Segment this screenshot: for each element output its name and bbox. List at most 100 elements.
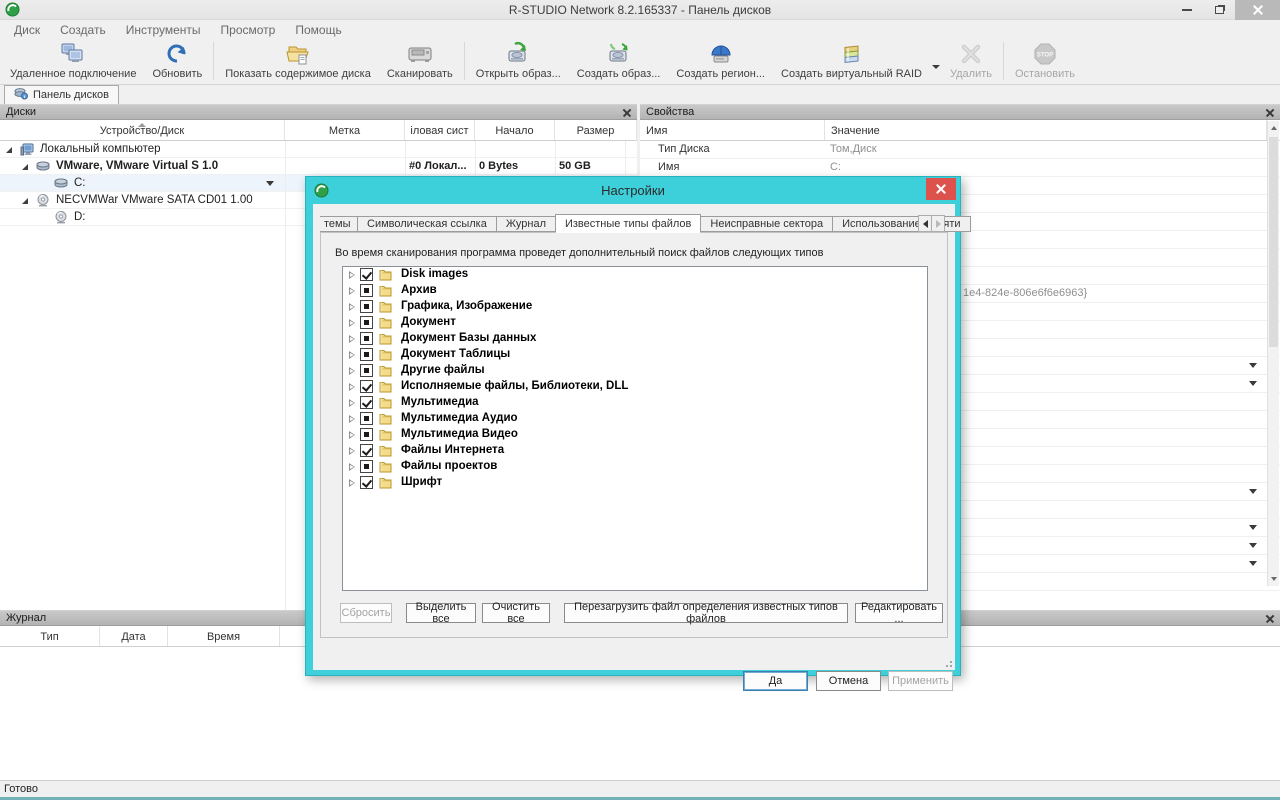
expander-icon[interactable] [349,479,355,487]
toolbar-button[interactable]: Создать образ... [569,39,669,84]
checkbox[interactable] [360,268,373,281]
combo-dropdown-icon[interactable] [1249,363,1257,368]
menu-item-0[interactable]: Диск [4,23,50,37]
dialog-tab-5[interactable]: Использование памяти [832,216,970,232]
dialog-tab-4[interactable]: Неисправные сектора [700,216,833,232]
expander-icon[interactable] [22,164,28,170]
expander-icon[interactable] [349,415,355,423]
close-icon[interactable] [622,108,632,118]
checkbox[interactable] [360,380,373,393]
restore-button[interactable] [1203,0,1235,20]
dialog-close-button[interactable] [926,178,956,200]
file-type-row[interactable]: Файлы проектов [343,459,927,475]
disks-column-header[interactable]: Устройство/ДискМеткаіловая систНачалоРаз… [0,120,637,141]
expander-icon[interactable] [349,303,355,311]
checkbox[interactable] [360,412,373,425]
footer-button-0[interactable]: Да [743,671,808,691]
file-type-row[interactable]: Disk images [343,267,927,283]
dialog-tab-3[interactable]: Известные типы файлов [555,214,701,233]
expander-icon[interactable] [349,335,355,343]
expander-icon[interactable] [349,367,355,375]
combo-dropdown-icon[interactable] [1249,525,1257,530]
file-type-row[interactable]: Другие файлы [343,363,927,379]
file-type-row[interactable]: Графика, Изображение [343,299,927,315]
combo-dropdown-icon[interactable] [266,181,274,186]
menu-item-1[interactable]: Создать [50,23,116,37]
expander-icon[interactable] [349,271,355,279]
log-column-1[interactable]: Дата [100,626,168,646]
properties-column-header[interactable]: ИмяЗначение [640,120,1280,141]
combo-dropdown-icon[interactable] [1249,543,1257,548]
action-button-1[interactable]: Выделить все [406,603,476,623]
minimize-button[interactable] [1171,0,1203,20]
disk-tree-row[interactable]: Локальный компьютер [0,141,637,158]
scrollbar-thumb[interactable] [1269,137,1278,347]
scroll-up-icon[interactable] [1271,126,1277,130]
toolbar-button[interactable]: Создать регион... [668,39,773,84]
file-type-row[interactable]: Документ [343,315,927,331]
checkbox[interactable] [360,476,373,489]
checkbox[interactable] [360,332,373,345]
dialog-tab-1[interactable]: Символическая ссылка [357,216,497,232]
expander-icon[interactable] [6,147,12,153]
expander-icon[interactable] [22,198,28,204]
checkbox[interactable] [360,284,373,297]
disk-tree-row[interactable]: VMware, VMware Virtual S 1.0 #0 Локал...… [0,158,637,175]
resize-grip-icon[interactable] [945,660,953,668]
toolbar-button[interactable]: Сканировать [379,39,461,84]
expander-icon[interactable] [349,399,355,407]
file-type-row[interactable]: Мультимедиа [343,395,927,411]
dropdown-caret-icon[interactable] [932,65,940,69]
checkbox[interactable] [360,348,373,361]
checkbox[interactable] [360,364,373,377]
properties-column-0[interactable]: Имя [640,120,825,140]
property-row[interactable]: Имя C: [640,159,1280,177]
tab-disk-panel[interactable]: i Панель дисков [4,85,119,104]
expander-icon[interactable] [349,351,355,359]
disks-column-3[interactable]: Начало [475,120,555,140]
tab-scroll-right-icon[interactable] [931,215,945,232]
disks-column-2[interactable]: іловая сист [405,120,475,140]
properties-scrollbar[interactable] [1267,121,1279,586]
file-type-row[interactable]: Исполняемые файлы, Библиотеки, DLL [343,379,927,395]
expander-icon[interactable] [349,447,355,455]
toolbar-button[interactable]: Обновить [144,39,210,84]
expander-icon[interactable] [349,287,355,295]
scroll-down-icon[interactable] [1271,577,1277,581]
menu-item-2[interactable]: Инструменты [116,23,211,37]
expander-icon[interactable] [349,431,355,439]
action-button-4[interactable]: Редактировать ... [855,603,943,623]
combo-dropdown-icon[interactable] [1249,381,1257,386]
tab-scroll-left-icon[interactable] [918,215,932,232]
expander-icon[interactable] [349,319,355,327]
close-icon[interactable] [1265,108,1275,118]
expander-icon[interactable] [349,463,355,471]
toolbar-button[interactable]: Удаленное подключение [2,39,144,84]
dialog-tab-2[interactable]: Журнал [496,216,556,232]
disks-column-4[interactable]: Размер [555,120,637,140]
action-button-0[interactable]: Сбросить [340,603,392,623]
toolbar-button[interactable]: STOP Остановить [1007,39,1083,84]
checkbox[interactable] [360,428,373,441]
log-column-0[interactable]: Тип [0,626,100,646]
toolbar-button[interactable]: Показать содержимое диска [217,39,379,84]
file-type-row[interactable]: Мультимедиа Видео [343,427,927,443]
log-column-2[interactable]: Время [168,626,280,646]
toolbar-button[interactable]: Удалить [942,39,1000,84]
footer-button-1[interactable]: Отмена [816,671,881,691]
menu-item-3[interactable]: Просмотр [211,23,286,37]
menu-item-4[interactable]: Помощь [285,23,351,37]
close-button[interactable] [1235,0,1280,20]
disks-column-1[interactable]: Метка [285,120,405,140]
combo-dropdown-icon[interactable] [1249,561,1257,566]
action-button-3[interactable]: Перезагрузить файл определения известных… [564,603,848,623]
file-type-row[interactable]: Мультимедиа Аудио [343,411,927,427]
file-type-row[interactable]: Архив [343,283,927,299]
checkbox[interactable] [360,460,373,473]
close-icon[interactable] [1265,614,1275,624]
action-button-2[interactable]: Очистить все [482,603,550,623]
file-type-row[interactable]: Файлы Интернета [343,443,927,459]
toolbar-button[interactable]: Создать виртуальный RAID [773,39,930,84]
property-row[interactable]: Тип Диска Том,Диск [640,141,1280,159]
file-type-row[interactable]: Документ Базы данных [343,331,927,347]
